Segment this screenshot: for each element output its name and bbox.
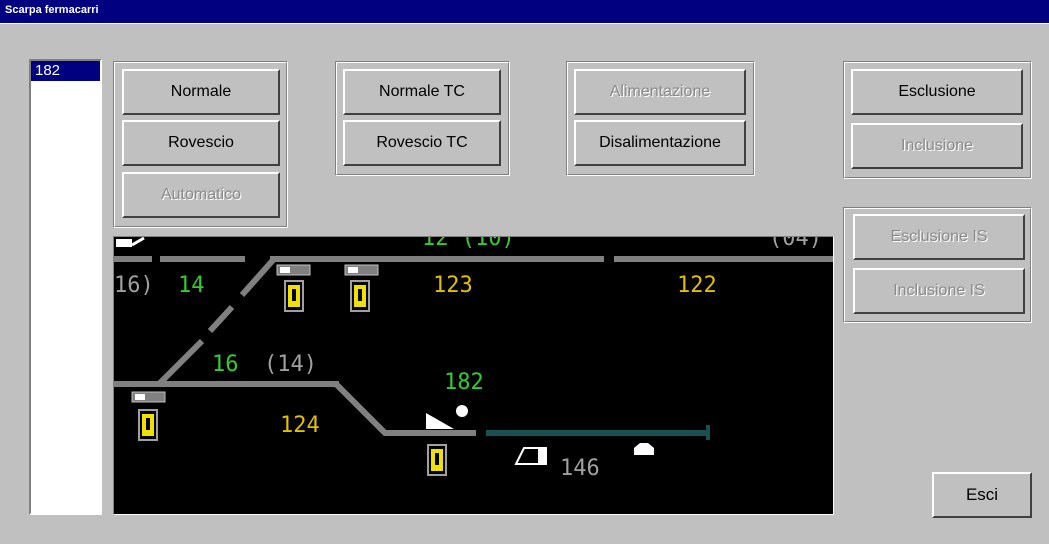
signal-icon bbox=[138, 280, 447, 476]
track-146 bbox=[486, 425, 710, 440]
rovescio-button[interactable]: Rovescio bbox=[122, 120, 280, 166]
inclusione-button[interactable]: Inclusione bbox=[851, 123, 1023, 169]
track-schematic: 12 (10) (04) 16) 14 123 122 16 (14) 182 … bbox=[113, 236, 834, 515]
esclusione-is-button[interactable]: Esclusione IS bbox=[853, 214, 1025, 260]
label-track-124: 124 bbox=[280, 413, 320, 438]
label-switch-04: (04) bbox=[769, 237, 822, 251]
rovescio-tc-button[interactable]: Rovescio TC bbox=[343, 120, 501, 166]
label-switch-14: 14 bbox=[178, 273, 205, 298]
label-switch-16: 16 bbox=[212, 352, 239, 377]
scarpa-fermacarri-icon bbox=[426, 405, 468, 429]
esci-button[interactable]: Esci bbox=[932, 472, 1032, 518]
label-switch-12: 12 (10) bbox=[422, 237, 515, 251]
track-top bbox=[114, 256, 833, 262]
label-switch-14-paren: (14) bbox=[264, 352, 317, 377]
list-item[interactable]: 182 bbox=[31, 61, 100, 81]
label-track-182: 182 bbox=[444, 370, 484, 395]
inclusione-is-button[interactable]: Inclusione IS bbox=[853, 268, 1025, 314]
switch-indicator-icon bbox=[116, 237, 145, 247]
device-list[interactable]: 182 bbox=[29, 59, 102, 515]
title-bar: Scarpa fermacarri bbox=[0, 0, 1049, 24]
normale-button[interactable]: Normale bbox=[122, 69, 280, 115]
automatico-button[interactable]: Automatico bbox=[122, 172, 280, 218]
label-track-123: 123 bbox=[433, 273, 473, 298]
normale-tc-button[interactable]: Normale TC bbox=[343, 69, 501, 115]
label-track-146: 146 bbox=[560, 456, 600, 481]
disalimentazione-button[interactable]: Disalimentazione bbox=[574, 120, 746, 166]
label-track-122: 122 bbox=[677, 273, 717, 298]
esclusione-button[interactable]: Esclusione bbox=[851, 69, 1023, 115]
label-switch-16-partial: 16) bbox=[114, 273, 154, 298]
alimentazione-button[interactable]: Alimentazione bbox=[574, 69, 746, 115]
window-title: Scarpa fermacarri bbox=[5, 4, 99, 16]
track-schematic-svg: 12 (10) (04) 16) 14 123 122 16 (14) 182 … bbox=[114, 237, 833, 481]
